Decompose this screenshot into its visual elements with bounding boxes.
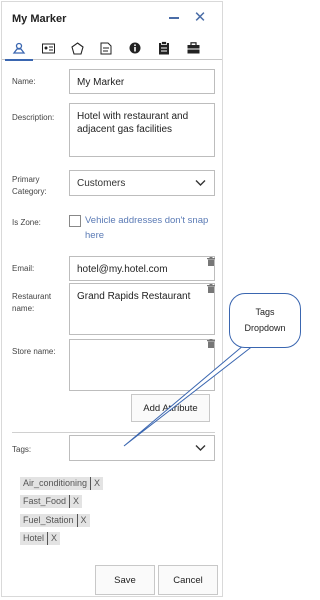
tag-chip-label: Fuel_Station [20,514,78,527]
tab-id-card[interactable] [38,38,58,58]
minimize-button[interactable] [166,10,182,26]
zone-label: Is Zone: [12,218,41,227]
close-icon: ✕ [193,9,207,26]
tag-chip: Air_conditioning X [20,477,104,490]
marker-panel: My Marker ✕ Name: My Marker Description: [1,1,223,597]
callout-line2: Dropdown [244,323,286,333]
tab-briefcase[interactable] [183,38,203,58]
minimize-icon [169,17,179,19]
description-label: Description: [12,113,55,122]
callout-bubble: Tags Dropdown [229,293,301,348]
add-attribute-button[interactable]: Add Attribute [131,394,210,422]
name-label: Name: [12,77,36,86]
id-card-icon [41,43,55,53]
trash-icon[interactable] [207,257,215,266]
divider [12,432,215,433]
restaurant-label-line1: Restaurant [12,292,52,301]
store-name-field[interactable] [69,339,215,391]
callout-line1: Tags [255,307,275,317]
category-label-line1: Primary [12,175,40,184]
zone-hint-line1: Vehicle addresses don't snap [85,215,209,226]
category-label-line2: Category: [12,187,47,196]
polygon-icon [70,41,84,55]
email-field[interactable]: hotel@my.hotel.com [69,256,215,281]
tag-chip-label: Fast_Food [20,495,71,508]
tag-chip-label: Hotel [20,532,49,545]
tab-bar [2,36,222,61]
trash-icon[interactable] [207,284,215,293]
tag-remove-button[interactable]: X [48,532,60,545]
note-icon [100,42,112,54]
tags-label: Tags: [12,445,32,454]
zone-hint-line2: here [85,230,105,241]
tab-info[interactable] [125,38,145,58]
tags-dropdown[interactable] [69,435,215,461]
tag-remove-button[interactable]: X [78,514,90,527]
info-icon [129,42,141,54]
chevron-down-icon [195,180,206,186]
tab-marker[interactable] [5,38,33,61]
tag-chip: Fast_Food X [20,495,83,508]
tag-chip-label: Air_conditioning [20,477,92,490]
save-button[interactable]: Save [95,565,155,595]
briefcase-icon [187,42,199,54]
email-label: Email: [12,264,35,273]
restaurant-label-line2: name: [12,304,35,313]
name-field[interactable]: My Marker [69,69,215,94]
tag-remove-button[interactable]: X [70,495,82,508]
description-field[interactable]: Hotel with restaurant and adjacent gas f… [69,103,215,157]
primary-category-value: Customers [77,178,126,189]
tab-polygon[interactable] [67,38,87,58]
close-button[interactable]: ✕ [192,10,208,26]
primary-category-select[interactable]: Customers [69,170,215,196]
marker-icon [12,42,26,54]
tab-clipboard[interactable] [154,38,174,58]
panel-header: My Marker ✕ [2,2,222,36]
tag-chip: Hotel X [20,532,61,545]
panel-title: My Marker [12,13,67,25]
restaurant-name-field[interactable]: Grand Rapids Restaurant [69,283,215,335]
tag-chip: Fuel_Station X [20,514,90,527]
trash-icon[interactable] [207,339,215,348]
chevron-down-icon [195,445,206,451]
tag-remove-button[interactable]: X [91,477,103,490]
store-name-label: Store name: [12,347,56,356]
clipboard-icon [159,41,169,55]
tab-note[interactable] [96,38,116,58]
cancel-button[interactable]: Cancel [158,565,218,595]
is-zone-checkbox[interactable] [69,215,81,227]
